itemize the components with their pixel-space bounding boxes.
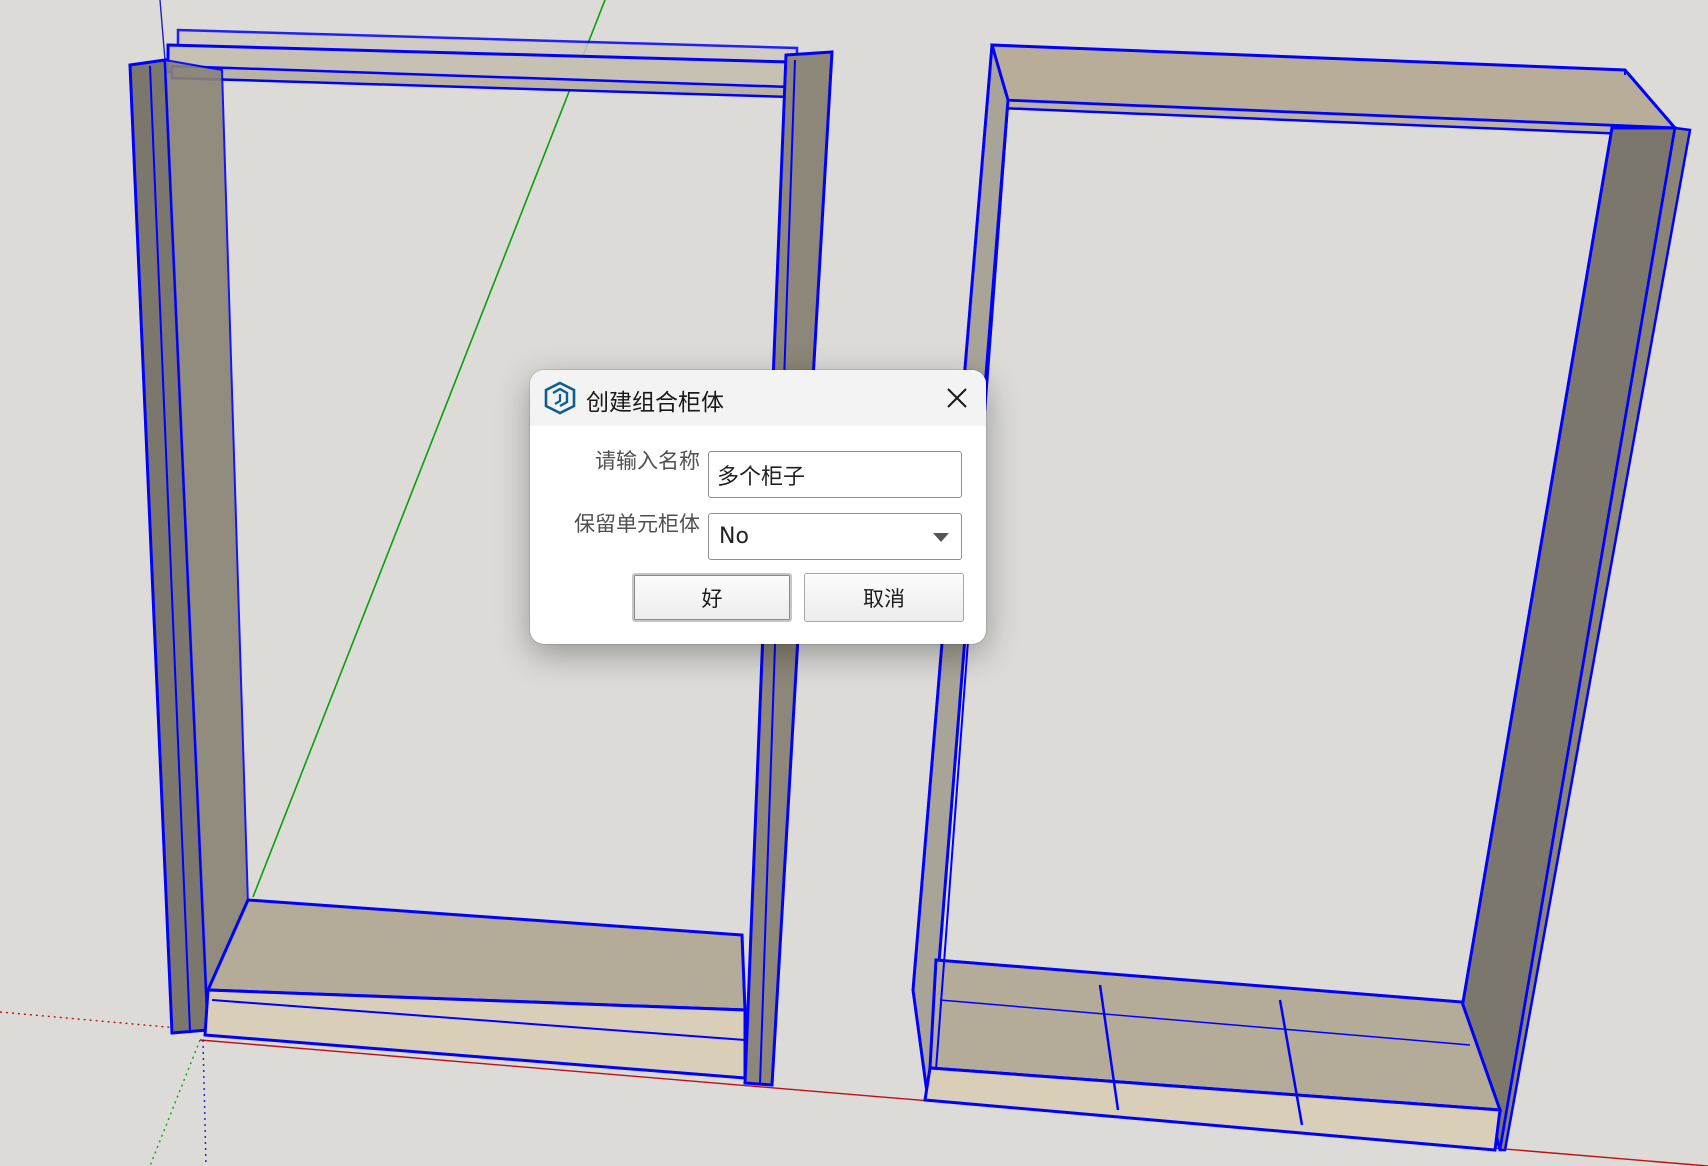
close-button[interactable] xyxy=(938,379,976,417)
sketchup-logo-icon xyxy=(544,381,576,415)
ok-button[interactable]: 好 xyxy=(632,573,792,622)
blue-axis xyxy=(159,0,166,61)
close-icon xyxy=(947,388,967,408)
chevron-down-icon xyxy=(933,533,949,542)
create-combined-cabinet-dialog: 创建组合柜体 请输入名称 保留单元柜体 No 好 取消 xyxy=(530,370,986,644)
blue-axis-negative xyxy=(202,1039,207,1166)
cabinet-right[interactable] xyxy=(911,43,1692,1152)
dialog-title: 创建组合柜体 xyxy=(586,390,724,416)
right-cabinet-right-side-inner xyxy=(1460,126,1677,1151)
keep-unit-cabinet-value: No xyxy=(719,524,749,549)
keep-unit-cabinet-select[interactable]: No xyxy=(708,513,962,560)
name-label: 请输入名称 xyxy=(595,449,700,473)
keep-unit-cabinet-label: 保留单元柜体 xyxy=(574,512,700,536)
dialog-titlebar[interactable]: 创建组合柜体 xyxy=(530,370,986,426)
green-axis-negative xyxy=(149,1039,201,1166)
cancel-button[interactable]: 取消 xyxy=(804,573,964,622)
name-input[interactable] xyxy=(708,451,962,498)
